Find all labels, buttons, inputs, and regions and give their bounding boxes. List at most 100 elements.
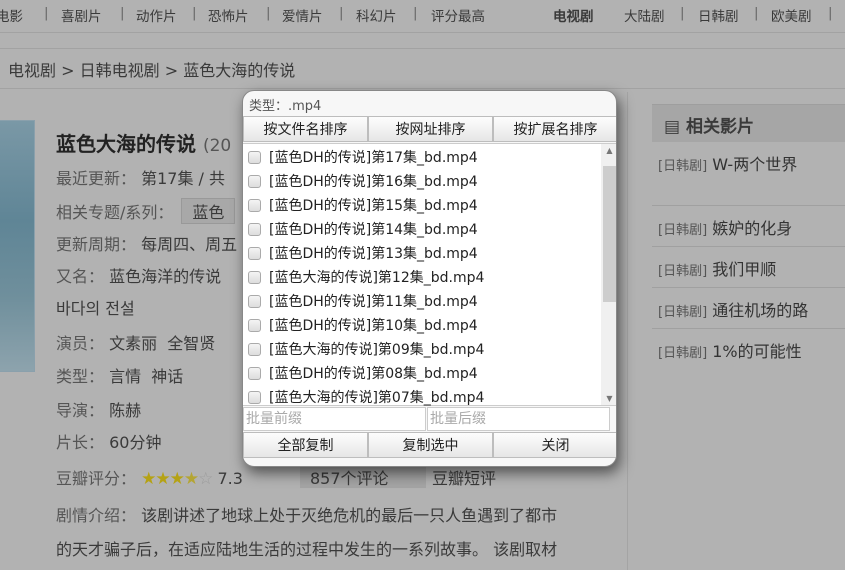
plot-line2: 的天才骗子后，在适应陆地生活的过程中发生的一系列故事。 该剧取材 [56, 540, 558, 559]
file-list-item[interactable]: [蓝色DH的传说]第15集_bd.mp4 [248, 194, 478, 216]
nav-item[interactable]: 日韩剧 [698, 5, 739, 25]
file-checkbox[interactable] [248, 222, 261, 236]
actor-link[interactable]: 文素丽 [109, 334, 157, 353]
file-list-item[interactable]: [蓝色DH的传说]第11集_bd.mp4 [248, 290, 478, 312]
category: [日韩剧] [658, 223, 708, 238]
file-list-dialog: 类型：.mp4 按文件名排序 按网址排序 按扩展名排序 ▲ ▼ [蓝色DH的传说… [242, 90, 617, 467]
file-list: ▲ ▼ [蓝色DH的传说]第17集_bd.mp4 [蓝色DH的传说]第16集_bd… [243, 143, 616, 408]
prefix-input[interactable] [243, 407, 426, 431]
director-link[interactable]: 陈赫 [109, 401, 141, 420]
name: 1%的可能性 [712, 342, 802, 361]
latest-row: 最近更新： 第17集 / 共 [56, 165, 225, 189]
sort-buttons: 按文件名排序 按网址排序 按扩展名排序 [243, 116, 616, 142]
label: 演员： [56, 334, 105, 353]
nav-item[interactable]: 动作片 [136, 5, 177, 25]
film-icon: ▤ [664, 117, 681, 137]
label: 剧情介绍： [56, 506, 137, 525]
genre-link[interactable]: 言情 [109, 367, 141, 386]
name: 嫉妒的化身 [712, 219, 793, 238]
douban-short-link[interactable]: 豆瓣短评 [432, 465, 496, 489]
file-name: [蓝色大海的传说]第07集_bd.mp4 [269, 390, 485, 406]
file-name: [蓝色DH的传说]第11集_bd.mp4 [269, 294, 478, 310]
nav-item[interactable]: 欧美剧 [771, 5, 812, 25]
file-name: [蓝色DH的传说]第15集_bd.mp4 [269, 198, 478, 214]
file-list-item[interactable]: [蓝色DH的传说]第08集_bd.mp4 [248, 362, 478, 384]
divider [627, 92, 628, 570]
file-list-item[interactable]: [蓝色大海的传说]第12集_bd.mp4 [248, 266, 484, 288]
file-name: [蓝色DH的传说]第17集_bd.mp4 [269, 150, 478, 166]
nav-item[interactable]: 爱情片 [282, 5, 323, 25]
file-checkbox[interactable] [248, 342, 261, 356]
file-checkbox[interactable] [248, 390, 261, 404]
comments-link[interactable]: 857个评论 [310, 465, 389, 489]
series-row: 相关专题/系列： 蓝色 [56, 198, 236, 224]
file-checkbox[interactable] [248, 198, 261, 212]
close-button[interactable]: 关闭 [493, 432, 616, 458]
poster-image[interactable] [0, 120, 35, 372]
category: [日韩剧] [658, 264, 708, 279]
file-name: [蓝色大海的传说]第12集_bd.mp4 [269, 270, 485, 286]
breadcrumb-jpkr[interactable]: 日韩电视剧 [80, 61, 160, 80]
label: 最近更新： [56, 169, 137, 188]
scrollbar-thumb[interactable] [603, 166, 616, 302]
nav-item[interactable]: 喜剧片 [61, 5, 102, 25]
file-checkbox[interactable] [248, 366, 261, 380]
sort-by-filename-button[interactable]: 按文件名排序 [243, 116, 368, 142]
genre-link[interactable]: 神话 [151, 367, 183, 386]
related-item[interactable]: [日韩剧] 嫉妒的化身 [658, 215, 792, 239]
sort-by-extension-button[interactable]: 按扩展名排序 [493, 116, 616, 142]
nav-item[interactable]: 恐怖片 [208, 5, 249, 25]
series-tag[interactable]: 蓝色 [181, 198, 236, 224]
nav-item[interactable]: 电影 [0, 5, 23, 25]
related-item[interactable]: [日韩剧] 1%的可能性 [658, 338, 802, 362]
scroll-up-icon[interactable]: ▲ [601, 146, 616, 155]
plot-row: 剧情介绍： 该剧讲述了地球上处于灭绝危机的最后一只人鱼遇到了都市 [56, 502, 557, 526]
nav-item[interactable]: 评分最高 [431, 5, 485, 25]
related-title: 相关影片 [685, 117, 754, 137]
file-list-item[interactable]: [蓝色大海的传说]第07集_bd.mp4 [248, 386, 484, 408]
value: 每周四、周五 [141, 235, 238, 254]
nav-item[interactable]: 科幻片 [356, 5, 397, 25]
scrollbar[interactable]: ▲ ▼ [601, 144, 616, 405]
file-list-item[interactable]: [蓝色DH的传说]第17集_bd.mp4 [248, 146, 478, 168]
value: 蓝色海洋的传说 [109, 267, 222, 286]
related-item[interactable]: [日韩剧] W-两个世界 [658, 151, 797, 175]
length-row: 片长： 60分钟 [56, 429, 161, 453]
suffix-input[interactable] [427, 407, 610, 431]
rating-value: 7.3 [217, 469, 243, 488]
file-list-item[interactable]: [蓝色DH的传说]第14集_bd.mp4 [248, 218, 478, 240]
breadcrumb-current: 蓝色大海的传说 [183, 61, 296, 80]
category: [日韩剧] [658, 159, 708, 174]
file-checkbox[interactable] [248, 174, 261, 188]
file-list-item[interactable]: [蓝色DH的传说]第16集_bd.mp4 [248, 170, 478, 192]
file-list-item[interactable]: [蓝色DH的传说]第13集_bd.mp4 [248, 242, 478, 264]
divider [652, 328, 845, 329]
category: [日韩剧] [658, 346, 708, 361]
actor-link[interactable]: 全智贤 [167, 334, 215, 353]
file-checkbox[interactable] [248, 294, 261, 308]
file-checkbox[interactable] [248, 318, 261, 332]
file-type-label: 类型：.mp4 [249, 99, 322, 114]
nav-item[interactable]: 大陆剧 [624, 5, 665, 25]
file-checkbox[interactable] [248, 270, 261, 284]
breadcrumb-tv[interactable]: 电视剧 [8, 61, 56, 80]
file-list-item[interactable]: [蓝色大海的传说]第09集_bd.mp4 [248, 338, 484, 360]
related-item[interactable]: [日韩剧] 我们甲顺 [658, 256, 776, 280]
cycle-row: 更新周期： 每周四、周五 [56, 231, 237, 255]
copy-selected-button[interactable]: 复制选中 [368, 432, 493, 458]
label: 豆瓣评分： [56, 469, 137, 488]
file-name: [蓝色DH的传说]第08集_bd.mp4 [269, 366, 478, 382]
file-name: [蓝色DH的传说]第14集_bd.mp4 [269, 222, 478, 238]
name: 通往机场的路 [712, 301, 809, 320]
file-checkbox[interactable] [248, 150, 261, 164]
nav-tv[interactable]: 电视剧 [553, 5, 594, 25]
related-item[interactable]: [日韩剧] 通往机场的路 [658, 297, 808, 321]
file-checkbox[interactable] [248, 246, 261, 260]
label: 相关专题/系列： [56, 203, 174, 222]
copy-all-button[interactable]: 全部复制 [243, 432, 368, 458]
file-list-item[interactable]: [蓝色DH的传说]第10集_bd.mp4 [248, 314, 478, 336]
category: [日韩剧] [658, 305, 708, 320]
scroll-down-icon[interactable]: ▼ [601, 394, 616, 403]
breadcrumb: 电视剧 > 日韩电视剧 > 蓝色大海的传说 [8, 61, 296, 80]
sort-by-url-button[interactable]: 按网址排序 [368, 116, 493, 142]
